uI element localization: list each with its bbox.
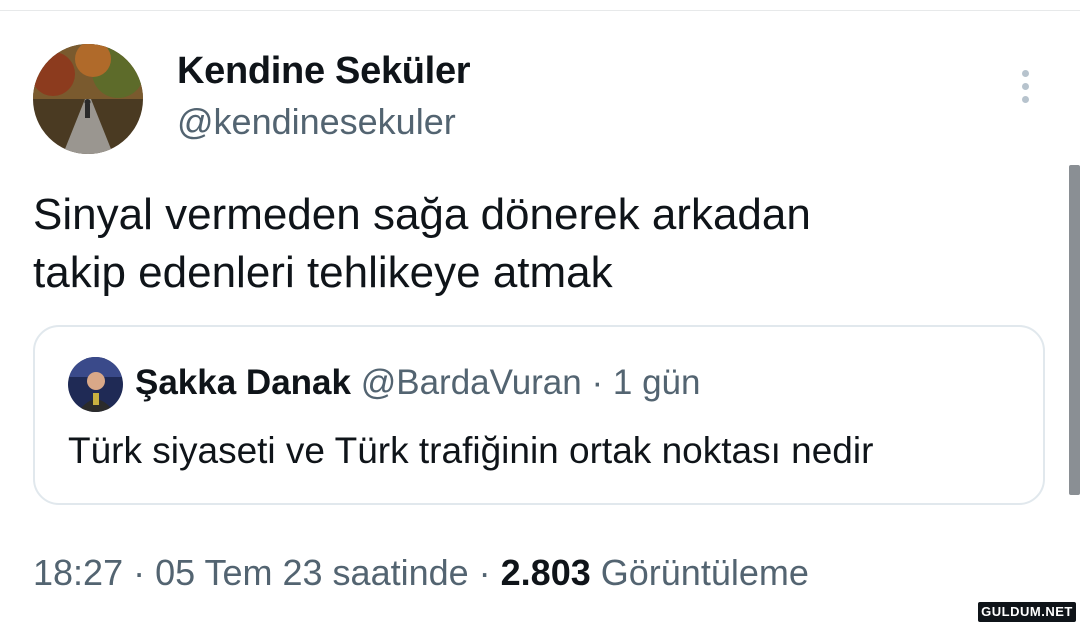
more-vertical-icon[interactable] <box>1010 70 1040 108</box>
quoted-tweet-header: Şakka Danak @BardaVuran · 1 gün <box>135 363 700 403</box>
views-label: Görüntüleme <box>600 552 809 593</box>
quoted-handle[interactable]: @BardaVuran <box>361 363 582 402</box>
scrollbar[interactable] <box>1069 165 1080 495</box>
author-handle[interactable]: @kendinesekuler <box>177 101 456 143</box>
tweet-time[interactable]: 18:27 <box>33 552 123 593</box>
tweet-date[interactable]: 05 Tem 23 saatinde <box>155 552 469 593</box>
author-avatar[interactable] <box>33 44 143 154</box>
quoted-tweet-text: Türk siyaseti ve Türk trafiğinin ortak n… <box>68 430 874 471</box>
tweet-meta: 18:27 · 05 Tem 23 saatinde · 2.803 Görün… <box>33 552 809 594</box>
tweet-text-line-2: takip edenleri tehlikeye atmak <box>33 248 613 297</box>
views-count: 2.803 <box>500 552 591 593</box>
tweet-text: Sinyal vermeden sağa dönerek arkadan tak… <box>33 186 1033 302</box>
meta-separator-1: · <box>123 552 156 593</box>
meta-separator-2: · <box>468 552 501 593</box>
quoted-separator: · <box>591 363 613 402</box>
watermark-logo: GULDUM.NET <box>978 602 1076 622</box>
quoted-author-avatar <box>68 357 123 412</box>
tweet-text-line-1: Sinyal vermeden sağa dönerek arkadan <box>33 190 811 239</box>
author-display-name[interactable]: Kendine Seküler <box>177 50 471 93</box>
top-divider <box>0 10 1080 11</box>
quoted-display-name[interactable]: Şakka Danak <box>135 363 351 402</box>
quoted-tweet-card[interactable]: Şakka Danak @BardaVuran · 1 gün Türk siy… <box>33 325 1045 505</box>
avatar-photo <box>33 44 143 154</box>
quoted-avatar-photo <box>68 357 123 412</box>
quoted-time-ago[interactable]: 1 gün <box>613 363 701 402</box>
